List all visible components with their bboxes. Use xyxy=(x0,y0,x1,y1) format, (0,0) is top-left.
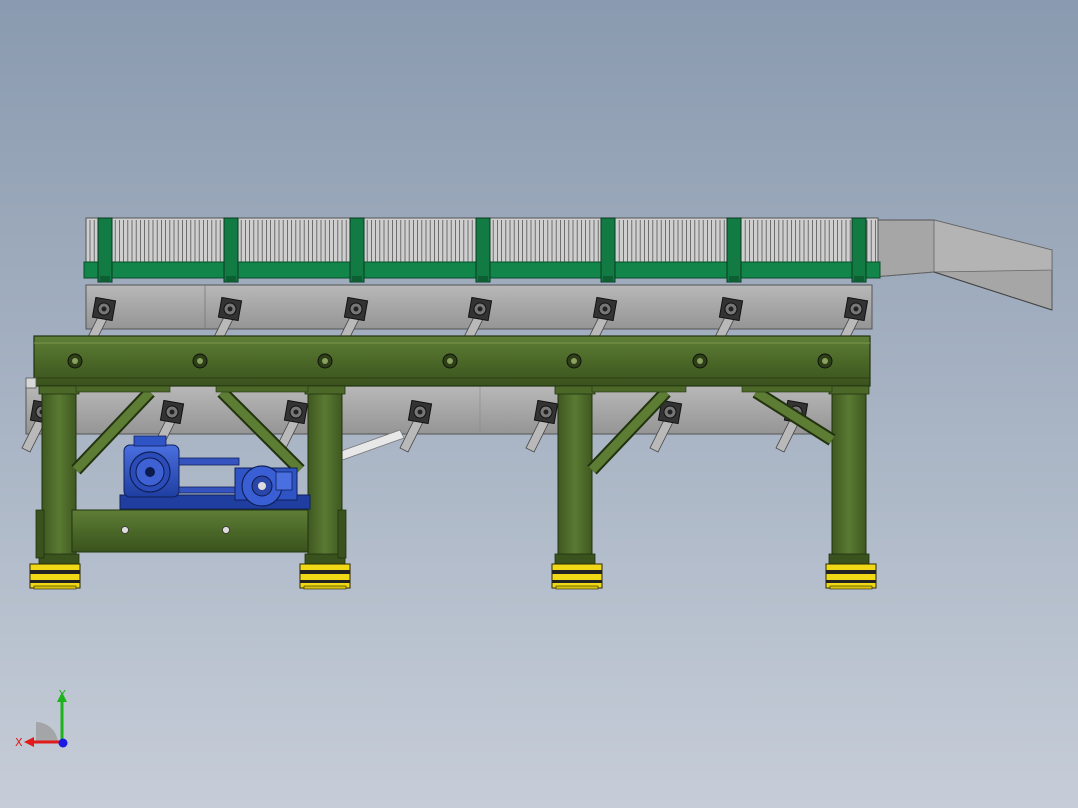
motor-base-frame xyxy=(35,509,347,559)
comb-post xyxy=(851,217,867,283)
comb-post xyxy=(475,217,491,283)
leveling-foot-icon xyxy=(825,563,877,590)
cad-viewport[interactable]: Y X xyxy=(0,0,1078,808)
leveling-foot-icon xyxy=(29,563,81,590)
leveling-feet xyxy=(29,563,877,590)
leveling-foot-icon xyxy=(299,563,351,590)
triad-plane-icon xyxy=(36,721,58,742)
discharge-chute xyxy=(861,219,1053,311)
comb-post xyxy=(349,217,365,283)
z-axis-dot xyxy=(58,738,68,748)
comb-post xyxy=(97,217,113,283)
support-leg xyxy=(828,385,870,565)
bearing-block-icon xyxy=(234,465,298,507)
leveling-foot-icon xyxy=(551,563,603,590)
y-axis-label: Y xyxy=(58,688,66,701)
axis-triad: Y X xyxy=(15,688,68,749)
x-axis-label: X xyxy=(15,736,23,749)
comb-post xyxy=(223,217,239,283)
conveyor-assembly-model[interactable] xyxy=(0,0,1078,808)
comb-post xyxy=(600,217,616,283)
support-leg xyxy=(554,385,596,565)
comb-post xyxy=(726,217,742,283)
